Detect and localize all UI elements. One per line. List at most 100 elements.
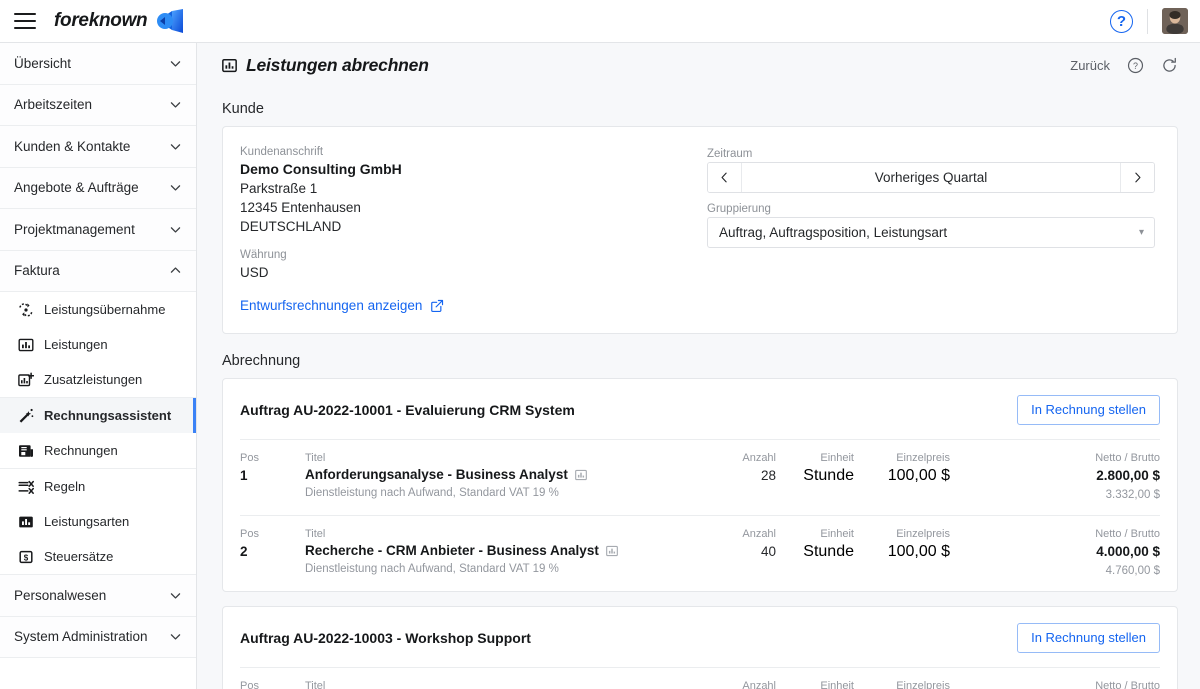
order-title: Auftrag AU-2022-10001 - Evaluierung CRM …	[240, 402, 575, 418]
top-bar: foreknown ?	[0, 0, 1200, 43]
sidebar-group-label: System Administration	[14, 629, 148, 645]
cell-total: Netto / Brutto 4.000,00 $ 4.760,00 $	[1040, 528, 1160, 577]
avatar[interactable]	[1162, 8, 1188, 34]
column-header-amount: Anzahl	[742, 452, 776, 464]
bar-chart-icon	[19, 516, 33, 527]
column-header-pos: Pos	[240, 452, 259, 464]
order-card: Auftrag AU-2022-10001 - Evaluierung CRM …	[222, 378, 1178, 592]
customer-section-heading: Kunde	[222, 101, 264, 117]
chevron-down-icon	[170, 143, 181, 150]
external-link-icon	[431, 299, 444, 312]
sidebar-item-zusatzleistungen[interactable]: Zusatzleistungen	[0, 362, 196, 397]
divider	[1147, 8, 1148, 34]
value-gross: 3.332,00 $	[1105, 489, 1160, 501]
cell-pos: Pos 1	[240, 680, 305, 689]
cell-unit: Einheit Stunde	[776, 680, 854, 689]
sidebar-item-rechnungen[interactable]: Rechnungen	[0, 433, 196, 468]
svg-text:$: $	[24, 553, 29, 562]
value-pos: 2	[240, 544, 248, 559]
grouping-value: Auftrag, Auftragsposition, Leistungsart	[719, 225, 948, 240]
page-header-actions: Zurück ?	[1070, 57, 1178, 74]
main-content: Leistungen abrechnen Zurück ? Kunde Kund…	[197, 43, 1200, 689]
value-title-wrap: Recherche - CRM Anbieter - Business Anal…	[305, 543, 694, 558]
period-label: Zeitraum	[707, 148, 753, 160]
grouping-label: Gruppierung	[707, 203, 771, 215]
cell-unit: Einheit Stunde	[776, 528, 854, 561]
order-card: Auftrag AU-2022-10003 - Workshop Support…	[222, 606, 1178, 689]
chart-icon[interactable]	[605, 545, 618, 557]
sidebar-item-rechnungsassistent[interactable]: Rechnungsassistent	[0, 398, 196, 433]
cell-unit-price: Einzelpreis 100,00 $	[854, 528, 950, 561]
sidebar-group-personalwesen[interactable]: Personalwesen	[0, 575, 196, 617]
address-label: Kundenanschrift	[240, 146, 324, 158]
sidebar-group-label: Projektmanagement	[14, 221, 135, 237]
chart-icon	[222, 58, 237, 72]
chart-icon[interactable]	[574, 469, 587, 481]
cell-pos: Pos 2	[240, 528, 305, 561]
sidebar-item-label: Leistungsarten	[44, 514, 130, 529]
column-header-amount: Anzahl	[742, 680, 776, 689]
column-header-total: Netto / Brutto	[1095, 680, 1160, 689]
sidebar-item-label: Rechnungen	[44, 443, 118, 458]
cell-unit-price: Einzelpreis 100,00 $	[854, 680, 950, 689]
sidebar-group-kunden-kontakte[interactable]: Kunden & Kontakte	[0, 126, 196, 168]
app-logo[interactable]: foreknown	[54, 9, 184, 33]
sidebar-item-label: Rechnungsassistent	[44, 408, 172, 423]
sidebar-item-leistungsuebernahme[interactable]: Leistungsübernahme	[0, 292, 196, 327]
chevron-left-icon[interactable]	[708, 163, 742, 192]
cell-unit-price: Einzelpreis 100,00 $	[854, 452, 950, 485]
sidebar-item-steuersaetze[interactable]: $ Steuersätze	[0, 539, 196, 574]
refresh-icon[interactable]	[1161, 57, 1178, 74]
invoice-button[interactable]: In Rechnung stellen	[1017, 395, 1160, 425]
value-title: Anforderungsanalyse - Business Analyst	[305, 467, 568, 482]
page-header: Leistungen abrechnen Zurück ?	[197, 43, 1200, 87]
hamburger-icon[interactable]	[14, 13, 36, 29]
column-header-title: Titel	[305, 452, 326, 464]
cell-total: Netto / Brutto 2.800,00 $ 3.332,00 $	[1040, 452, 1160, 501]
period-value[interactable]: Vorheriges Quartal	[742, 163, 1120, 192]
sidebar-item-leistungsarten[interactable]: Leistungsarten	[0, 504, 196, 539]
chart-plus-icon	[18, 371, 34, 386]
chevron-down-icon	[170, 102, 181, 108]
chart-icon	[18, 338, 34, 351]
column-header-total: Netto / Brutto	[1095, 528, 1160, 540]
customer-controls: Zeitraum Vorheriges Quartal Gruppierung …	[707, 146, 1155, 313]
help-circle-icon[interactable]: ?	[1127, 57, 1144, 74]
sidebar-group-projektmanagement[interactable]: Projektmanagement	[0, 209, 196, 251]
sidebar-group-arbeitszeiten[interactable]: Arbeitszeiten	[0, 84, 196, 126]
sidebar-item-leistungen[interactable]: Leistungen	[0, 327, 196, 362]
column-header-title: Titel	[305, 528, 326, 540]
customer-city: 12345 Entenhausen	[240, 200, 361, 215]
invoice-button[interactable]: In Rechnung stellen	[1017, 623, 1160, 653]
sidebar-group-system-administration[interactable]: System Administration	[0, 616, 196, 658]
chevron-down-icon	[170, 226, 181, 233]
order-title: Auftrag AU-2022-10003 - Workshop Support	[240, 630, 531, 646]
draft-invoices-link[interactable]: Entwurfsrechnungen anzeigen	[240, 298, 707, 313]
chevron-down-icon	[170, 185, 181, 191]
sidebar-group-angebote-auftraege[interactable]: Angebote & Aufträge	[0, 167, 196, 209]
sidebar-group-faktura[interactable]: Faktura	[0, 250, 196, 292]
customer-details: Kundenanschrift Demo Consulting GmbH Par…	[239, 146, 707, 313]
back-button[interactable]: Zurück	[1070, 58, 1110, 73]
help-circle-icon[interactable]: ?	[1110, 9, 1133, 33]
sidebar-group-label: Personalwesen	[14, 587, 107, 603]
column-header-unit: Einheit	[820, 680, 854, 689]
column-header-total: Netto / Brutto	[1095, 452, 1160, 464]
invoice-icon	[19, 444, 33, 457]
sidebar-item-label: Leistungsübernahme	[44, 302, 166, 317]
column-header-unit-price: Einzelpreis	[896, 528, 950, 540]
sidebar-item-label: Leistungen	[44, 337, 108, 352]
sidebar-item-regeln[interactable]: Regeln	[0, 469, 196, 504]
chevron-right-icon[interactable]	[1120, 163, 1154, 192]
value-net: 2.800,00 $	[1096, 468, 1160, 483]
sidebar-group-label: Übersicht	[14, 55, 72, 71]
grouping-select[interactable]: Auftrag, Auftragsposition, Leistungsart …	[707, 217, 1155, 248]
column-header-unit-price: Einzelpreis	[896, 452, 950, 464]
cell-total: Netto / Brutto 500,00 $	[1040, 680, 1160, 689]
value-unit: Stunde	[803, 543, 854, 560]
transfer-icon	[19, 302, 33, 317]
topbar-actions: ?	[1110, 8, 1200, 34]
column-header-pos: Pos	[240, 528, 259, 540]
sidebar-group-ubersicht[interactable]: Übersicht	[0, 43, 196, 85]
draft-invoices-link-label: Entwurfsrechnungen anzeigen	[240, 298, 423, 313]
